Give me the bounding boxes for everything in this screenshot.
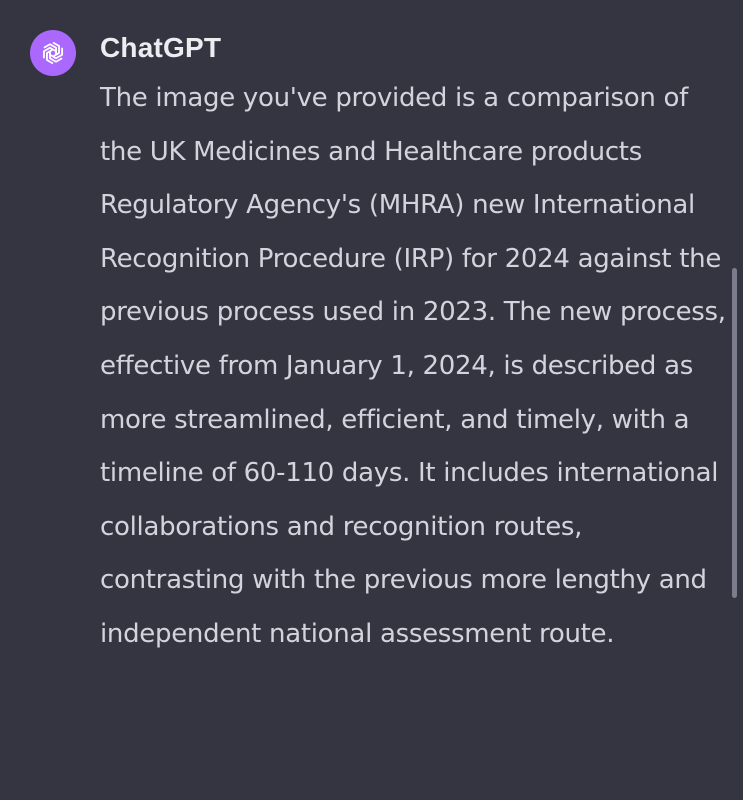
message-content: ChatGPT The image you've provided is a c… — [100, 28, 730, 662]
message-text: The image you've provided is a compariso… — [100, 83, 726, 649]
scrollbar[interactable] — [732, 268, 737, 598]
openai-logo-icon — [39, 39, 67, 67]
avatar — [30, 30, 76, 76]
assistant-message: ChatGPT The image you've provided is a c… — [0, 0, 743, 800]
author-name: ChatGPT — [100, 32, 222, 63]
